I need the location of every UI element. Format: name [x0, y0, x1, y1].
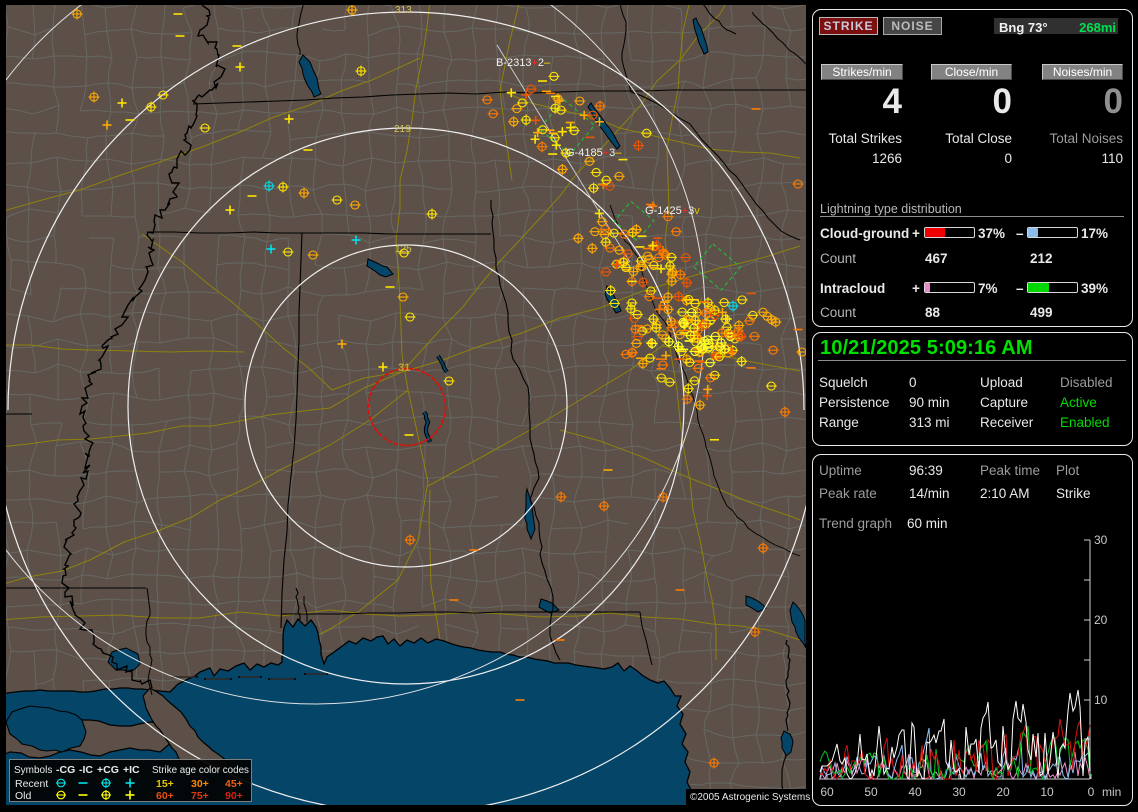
svg-text:40: 40: [908, 785, 922, 799]
svg-text:50: 50: [864, 785, 878, 799]
svg-text:10: 10: [1040, 785, 1054, 799]
svg-text:20: 20: [996, 785, 1010, 799]
svg-text:0: 0: [1088, 785, 1095, 799]
svg-text:30: 30: [1094, 533, 1108, 547]
svg-text:30: 30: [952, 785, 966, 799]
svg-text:20: 20: [1094, 613, 1108, 627]
svg-text:60: 60: [820, 785, 834, 799]
svg-text:10: 10: [1094, 693, 1108, 707]
svg-text:min: min: [1102, 785, 1121, 799]
